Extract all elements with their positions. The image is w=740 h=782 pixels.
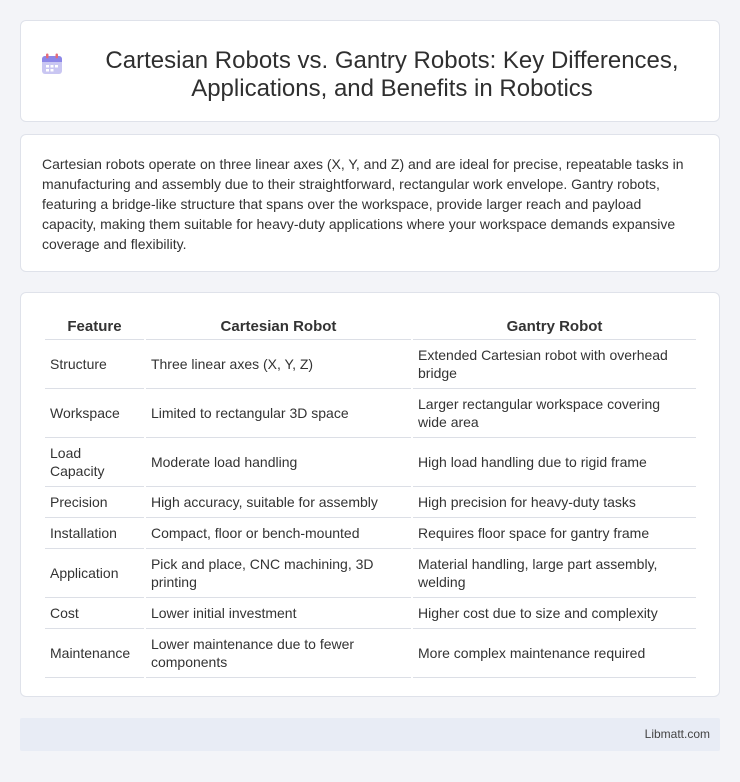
feature-cell: Load Capacity [45, 438, 144, 487]
column-header-cartesian: Cartesian Robot [145, 312, 412, 340]
footer-site-link[interactable]: Libmatt.com [645, 727, 710, 741]
footer-bar: Libmatt.com [20, 718, 720, 751]
table-row: Workspace Limited to rectangular 3D spac… [45, 389, 696, 438]
gantry-cell: Higher cost due to size and complexity [413, 598, 696, 629]
column-header-feature: Feature [45, 312, 144, 340]
column-header-gantry: Gantry Robot [413, 312, 696, 340]
cartesian-cell: Limited to rectangular 3D space [145, 389, 412, 438]
cartesian-cell: Compact, floor or bench-mounted [145, 518, 412, 549]
table-row: Load Capacity Moderate load handling Hig… [45, 438, 696, 487]
gantry-cell: High precision for heavy-duty tasks [413, 487, 696, 518]
table-card: Feature Cartesian Robot Gantry Robot Str… [20, 292, 720, 697]
cartesian-cell: Pick and place, CNC machining, 3D printi… [145, 549, 412, 598]
feature-cell: Precision [45, 487, 144, 518]
gantry-cell: High load handling due to rigid frame [413, 438, 696, 487]
gantry-cell: Extended Cartesian robot with overhead b… [413, 340, 696, 389]
feature-cell: Installation [45, 518, 144, 549]
feature-cell: Structure [45, 340, 144, 389]
feature-cell: Maintenance [45, 629, 144, 678]
gantry-cell: Requires floor space for gantry frame [413, 518, 696, 549]
calendar-icon [42, 53, 62, 74]
table-row: Installation Compact, floor or bench-mou… [45, 518, 696, 549]
feature-cell: Workspace [45, 389, 144, 438]
intro-paragraph: Cartesian robots operate on three linear… [42, 156, 684, 252]
feature-cell: Application [45, 549, 144, 598]
table-row: Cost Lower initial investment Higher cos… [45, 598, 696, 629]
gantry-cell: Material handling, large part assembly, … [413, 549, 696, 598]
feature-cell: Cost [45, 598, 144, 629]
table-row: Application Pick and place, CNC machinin… [45, 549, 696, 598]
cartesian-cell: Lower initial investment [145, 598, 412, 629]
cartesian-cell: Moderate load handling [145, 438, 412, 487]
intro-card: Cartesian robots operate on three linear… [20, 134, 720, 272]
cartesian-cell: Three linear axes (X, Y, Z) [145, 340, 412, 389]
cartesian-cell: Lower maintenance due to fewer component… [145, 629, 412, 678]
page-title: Cartesian Robots vs. Gantry Robots: Key … [105, 47, 679, 102]
table-row: Precision High accuracy, suitable for as… [45, 487, 696, 518]
table-row: Maintenance Lower maintenance due to few… [45, 629, 696, 678]
cartesian-cell: High accuracy, suitable for assembly [145, 487, 412, 518]
title-card: Cartesian Robots vs. Gantry Robots: Key … [20, 20, 720, 122]
table-row: Structure Three linear axes (X, Y, Z) Ex… [45, 340, 696, 389]
gantry-cell: Larger rectangular workspace covering wi… [413, 389, 696, 438]
comparison-table: Feature Cartesian Robot Gantry Robot Str… [43, 312, 698, 678]
gantry-cell: More complex maintenance required [413, 629, 696, 678]
table-header-row: Feature Cartesian Robot Gantry Robot [45, 312, 696, 340]
